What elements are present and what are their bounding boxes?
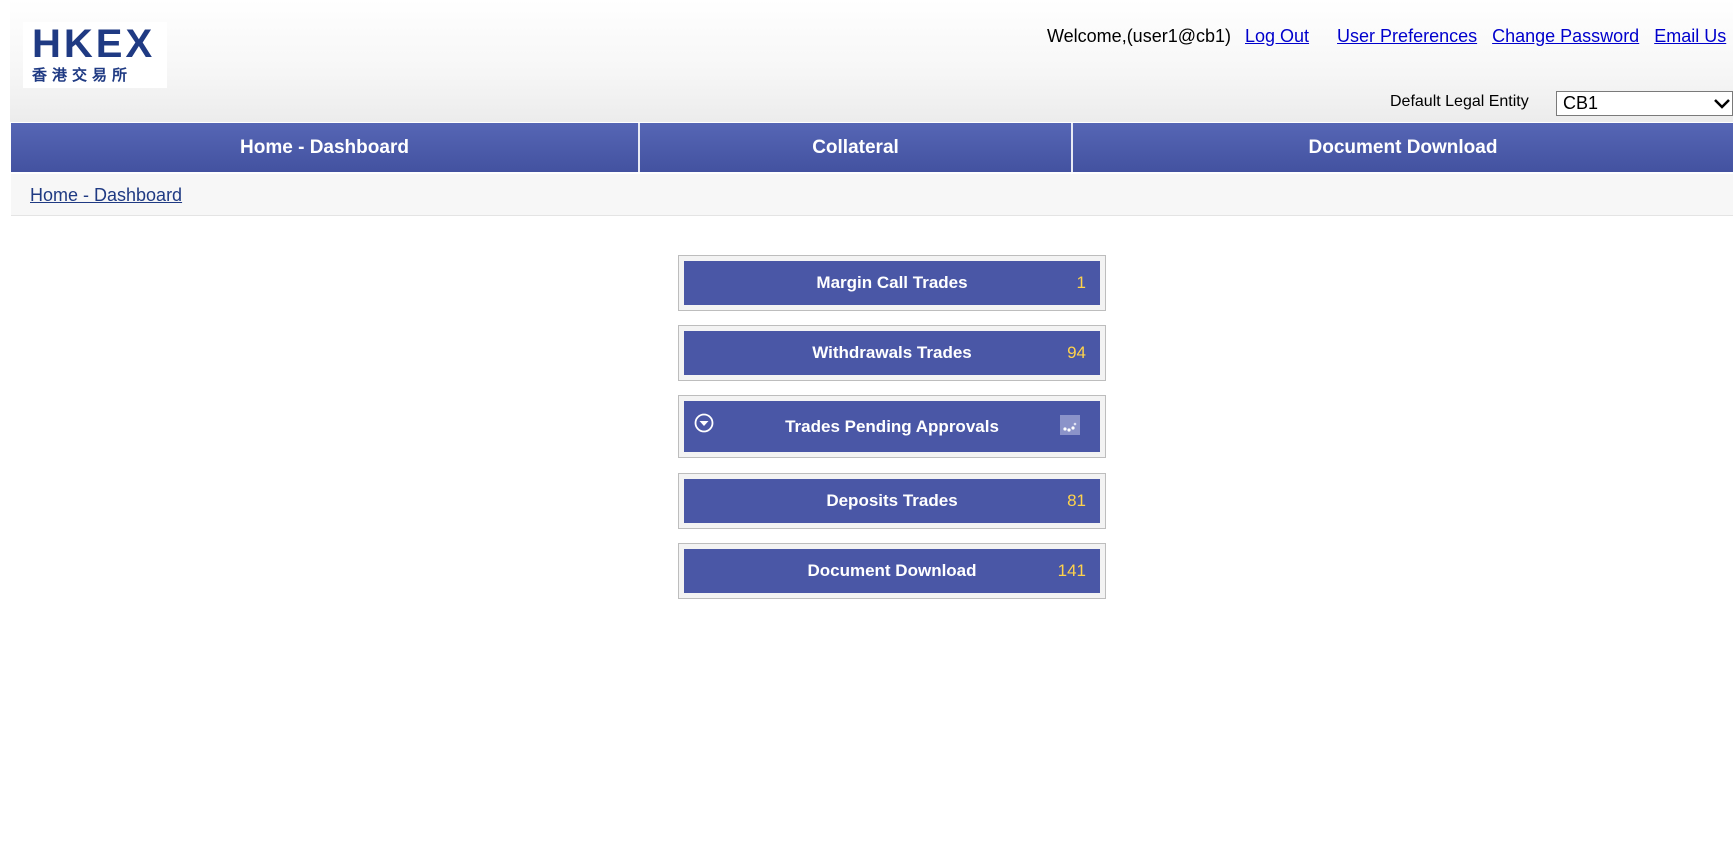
default-entity-value: CB1 [1563, 93, 1599, 113]
nav-home-dashboard[interactable]: Home - Dashboard [11, 123, 638, 172]
chevron-down-icon [1712, 92, 1732, 122]
tile-withdrawals-trades: Withdrawals Trades 94 [678, 325, 1106, 381]
tile-count: 81 [1067, 491, 1086, 510]
tile-button[interactable]: Trades Pending Approvals [684, 401, 1100, 452]
main-nav: Home - Dashboard Collateral Document Dow… [11, 123, 1733, 172]
welcome-text: Welcome,(user1@cb1) [1047, 26, 1231, 46]
default-entity-label: Default Legal Entity [1390, 93, 1529, 110]
user-preferences-link[interactable]: User Preferences [1337, 26, 1477, 46]
logo-sub-text: 香港交易所 [32, 66, 133, 84]
tile-label: Trades Pending Approvals [785, 416, 999, 436]
tile-count: 94 [1067, 343, 1086, 362]
tile-label: Withdrawals Trades [812, 343, 972, 362]
change-password-link[interactable]: Change Password [1492, 26, 1639, 46]
tile-trades-pending-approvals: Trades Pending Approvals [678, 395, 1106, 458]
tile-button[interactable]: Withdrawals Trades 94 [684, 331, 1100, 375]
tile-document-download: Document Download 141 [678, 543, 1106, 599]
logo-main-text: HKEX [32, 22, 156, 66]
tile-button[interactable]: Margin Call Trades 1 [684, 261, 1100, 305]
tile-count: 141 [1057, 561, 1086, 580]
nav-document-download[interactable]: Document Download [1073, 123, 1733, 172]
nav-collateral[interactable]: Collateral [640, 123, 1071, 172]
page: HKEX 香港交易所 Welcome,(user1@cb1) Log Out Use… [0, 0, 1733, 843]
logout-link[interactable]: Log Out [1245, 26, 1309, 46]
tile-count: 1 [1076, 273, 1086, 292]
hkex-logo: HKEX 香港交易所 [23, 22, 167, 88]
tile-label: Deposits Trades [826, 491, 958, 510]
top-links: Welcome,(user1@cb1) Log Out User Preferenc… [1047, 24, 1733, 48]
tile-label: Document Download [807, 561, 977, 580]
breadcrumb-home-dashboard[interactable]: Home - Dashboard [30, 184, 182, 206]
tile-margin-call-trades: Margin Call Trades 1 [678, 255, 1106, 311]
breadcrumb: Home - Dashboard [11, 174, 1733, 216]
loading-icon [1060, 415, 1080, 435]
tile-button[interactable]: Deposits Trades 81 [684, 479, 1100, 523]
email-link[interactable]: Email Us [1654, 26, 1726, 46]
default-entity-select[interactable]: CB1 [1556, 91, 1733, 116]
tile-deposits-trades: Deposits Trades 81 [678, 473, 1106, 529]
tile-button[interactable]: Document Download 141 [684, 549, 1100, 593]
tile-label: Margin Call Trades [816, 273, 968, 292]
